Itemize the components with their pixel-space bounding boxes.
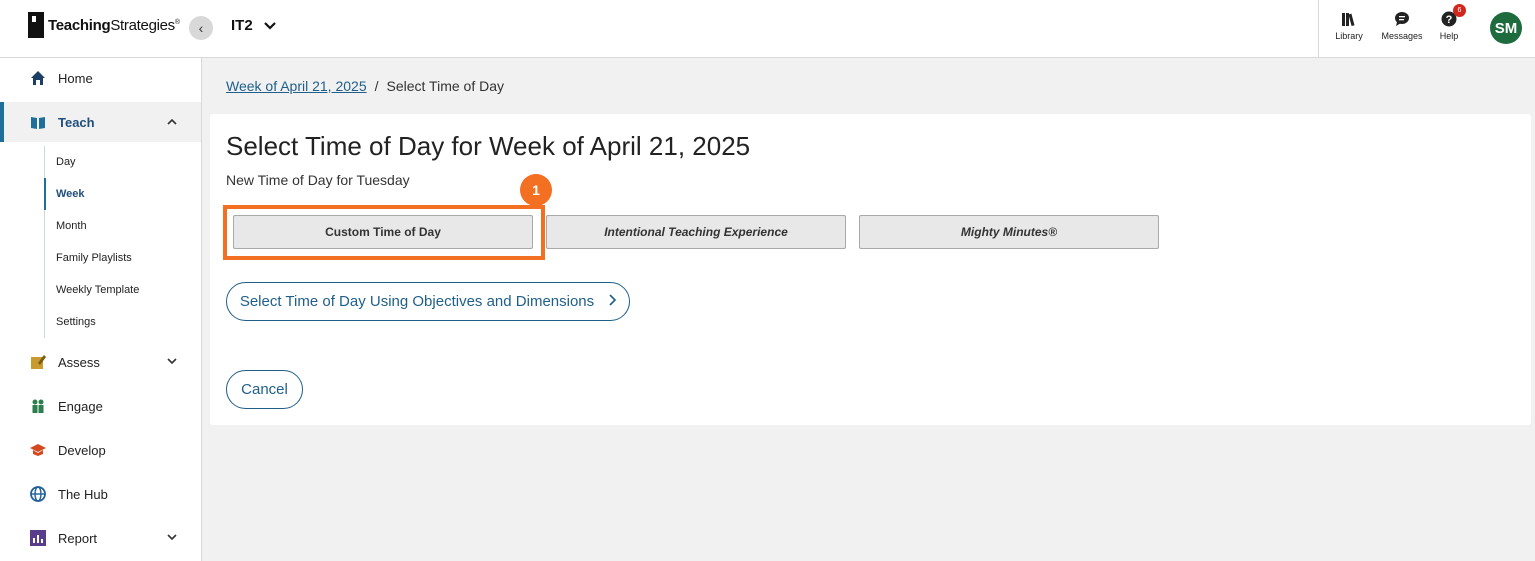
- sidebar-item-label: The Hub: [58, 486, 108, 502]
- teaching-strategies-logo[interactable]: TeachingStrategies®: [28, 12, 180, 38]
- breadcrumb-current: Select Time of Day: [386, 78, 505, 94]
- sidebar-item-label: Engage: [58, 398, 103, 414]
- logo-mark-icon: [28, 12, 44, 38]
- breadcrumb: Week of April 21, 2025 / Select Time of …: [226, 78, 504, 94]
- select-time-of-day-card: Select Time of Day for Week of April 21,…: [210, 114, 1531, 425]
- chevron-up-icon: [167, 116, 177, 128]
- sidebar: Home Teach Day Week Month Family Playlis…: [0, 58, 202, 561]
- sidebar-subitem-family-playlists[interactable]: Family Playlists: [44, 242, 201, 274]
- messages-label: Messages: [1381, 31, 1423, 41]
- page-title: Select Time of Day for Week of April 21,…: [226, 131, 751, 161]
- people-icon: [30, 398, 46, 414]
- breadcrumb-separator: /: [374, 78, 379, 94]
- mighty-minutes-button[interactable]: Mighty Minutes®: [859, 215, 1159, 249]
- library-button[interactable]: Library: [1324, 10, 1374, 41]
- page-subtitle: New Time of Day for Tuesday: [226, 172, 410, 188]
- breadcrumb-link-week[interactable]: Week of April 21, 2025: [226, 78, 367, 94]
- sidebar-item-develop[interactable]: Develop: [0, 430, 201, 470]
- sidebar-item-the-hub[interactable]: The Hub: [0, 474, 201, 514]
- sidebar-item-label: Develop: [58, 442, 106, 458]
- chevron-left-icon: ‹: [198, 20, 204, 36]
- book-icon: [30, 114, 46, 130]
- globe-icon: [30, 486, 46, 502]
- messages-icon: [1393, 10, 1411, 28]
- help-button[interactable]: ? 6 Help: [1424, 4, 1474, 41]
- home-icon: [30, 70, 46, 86]
- class-name: IT2: [231, 17, 253, 34]
- sidebar-item-label: Teach: [58, 114, 95, 130]
- objectives-dimensions-label: Select Time of Day Using Objectives and …: [239, 293, 595, 310]
- sidebar-item-report[interactable]: Report: [0, 518, 201, 558]
- bar-chart-icon: [30, 530, 46, 546]
- sidebar-item-assess[interactable]: Assess: [0, 342, 201, 382]
- sidebar-subitem-week[interactable]: Week: [44, 178, 201, 210]
- help-icon: ? 6: [1440, 4, 1466, 28]
- chevron-down-icon: [167, 356, 177, 368]
- sidebar-subitem-month[interactable]: Month: [44, 210, 201, 242]
- sidebar-item-teach[interactable]: Teach: [0, 102, 201, 142]
- messages-button[interactable]: Messages: [1377, 10, 1427, 41]
- library-label: Library: [1335, 31, 1363, 41]
- sidebar-item-label: Home: [58, 70, 93, 86]
- sidebar-subitem-day[interactable]: Day: [44, 146, 201, 178]
- sidebar-item-label: Report: [58, 530, 98, 546]
- class-selector[interactable]: IT2: [231, 17, 277, 34]
- graduation-cap-icon: [30, 442, 46, 458]
- cancel-button[interactable]: Cancel: [226, 370, 303, 409]
- top-divider: [1318, 0, 1319, 58]
- highlight-box: [223, 205, 545, 260]
- sidebar-item-label: Assess: [58, 354, 100, 370]
- sidebar-subitem-weekly-template[interactable]: Weekly Template: [44, 274, 201, 306]
- sidebar-item-engage[interactable]: Engage: [0, 386, 201, 426]
- sidebar-subitem-settings[interactable]: Settings: [44, 306, 201, 338]
- sidebar-item-home[interactable]: Home: [0, 58, 201, 98]
- objectives-dimensions-button[interactable]: Select Time of Day Using Objectives and …: [226, 282, 630, 321]
- intentional-teaching-experience-button[interactable]: Intentional Teaching Experience: [546, 215, 846, 249]
- avatar[interactable]: SM: [1490, 12, 1522, 44]
- library-icon: [1340, 10, 1358, 28]
- chevron-down-icon: [263, 18, 277, 34]
- logo-text: TeachingStrategies®: [48, 16, 180, 34]
- collapse-sidebar-button[interactable]: ‹: [189, 16, 213, 40]
- step-badge: 1: [520, 174, 552, 206]
- svg-text:?: ?: [1446, 14, 1453, 26]
- top-bar: TeachingStrategies® ‹ IT2 Library Messag…: [0, 0, 1535, 58]
- help-label: Help: [1439, 31, 1459, 41]
- notification-badge: 6: [1453, 4, 1466, 17]
- chevron-right-icon: [608, 293, 617, 310]
- pencil-icon: [30, 354, 46, 370]
- chevron-down-icon: [167, 532, 177, 544]
